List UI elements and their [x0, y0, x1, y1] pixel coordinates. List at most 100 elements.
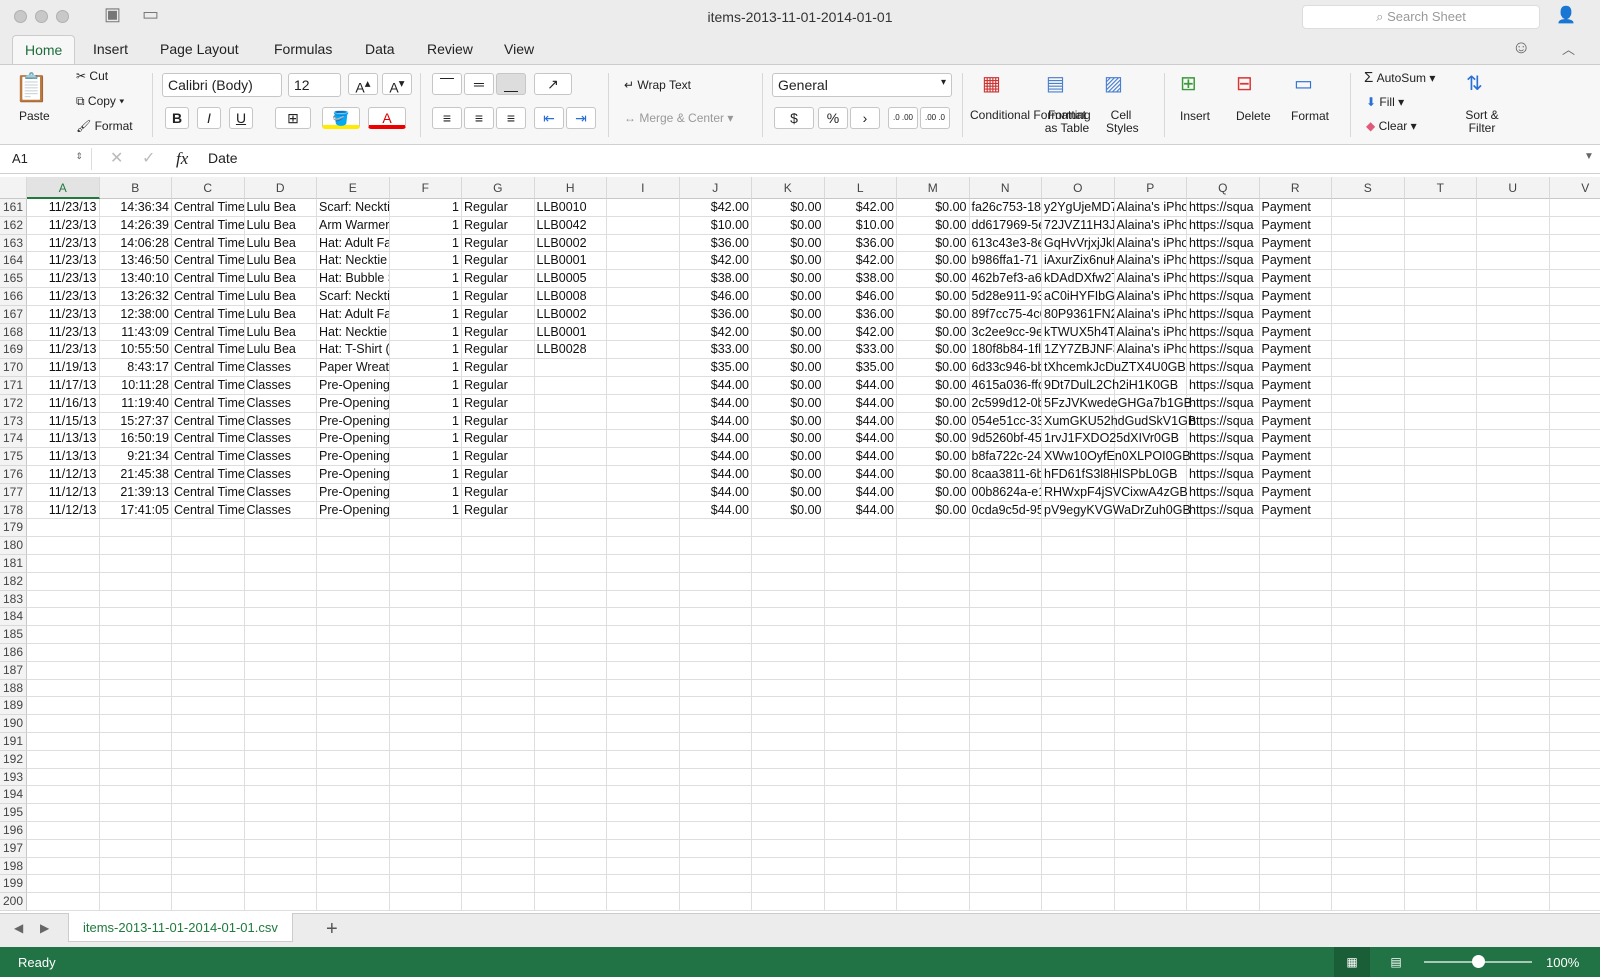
cell-M164[interactable]: $0.00	[897, 252, 970, 271]
cell-G168[interactable]: Regular	[462, 323, 535, 342]
column-header-S[interactable]: S	[1332, 177, 1405, 199]
cell-U189[interactable]	[1477, 697, 1550, 716]
cell-F183[interactable]	[389, 590, 462, 609]
cell-V187[interactable]	[1549, 661, 1600, 680]
cell-C179[interactable]	[172, 519, 245, 538]
cell-N181[interactable]	[969, 555, 1042, 573]
cell-R163[interactable]: Payment	[1259, 234, 1332, 253]
cell-L193[interactable]	[824, 768, 897, 787]
cell-C174[interactable]: Central Time	[172, 430, 245, 449]
cell-A186[interactable]	[27, 644, 100, 662]
font-name-select[interactable]: Calibri (Body)	[162, 73, 282, 97]
cell-I196[interactable]	[607, 822, 680, 840]
copy-button[interactable]: ⧉ Copy ▾	[76, 94, 124, 109]
cell-Q177[interactable]: https://squa	[1187, 483, 1260, 502]
cell-D169[interactable]: Lulu Bea	[244, 341, 317, 360]
cell-M186[interactable]	[897, 644, 970, 662]
cell-P181[interactable]	[1114, 555, 1187, 573]
row-header[interactable]: 174	[0, 430, 27, 449]
cell-V197[interactable]	[1549, 839, 1600, 858]
cell-R185[interactable]	[1259, 626, 1332, 644]
cell-E161[interactable]: Scarf: Neckti	[317, 199, 390, 217]
cell-F178[interactable]: 1	[389, 501, 462, 520]
cell-E176[interactable]: Pre-Opening	[317, 466, 390, 484]
cell-E195[interactable]	[317, 804, 390, 822]
cell-Q181[interactable]	[1187, 555, 1260, 573]
cell-J171[interactable]: $44.00	[679, 377, 752, 395]
cell-V161[interactable]	[1549, 199, 1600, 217]
column-header-J[interactable]: J	[679, 177, 752, 199]
tab-review[interactable]: Review	[427, 41, 473, 57]
cell-S184[interactable]	[1332, 608, 1405, 627]
cell-N173[interactable]: 054e51cc-33	[969, 412, 1042, 431]
tab-data[interactable]: Data	[365, 41, 395, 57]
cell-O185[interactable]	[1042, 626, 1115, 644]
row-header[interactable]: 188	[0, 679, 27, 698]
cell-K199[interactable]	[752, 875, 825, 894]
column-header-Q[interactable]: Q	[1187, 177, 1260, 199]
cell-P188[interactable]	[1114, 679, 1187, 698]
cell-H181[interactable]	[534, 555, 607, 573]
cell-G161[interactable]: Regular	[462, 199, 535, 217]
row-header[interactable]: 185	[0, 626, 27, 644]
cell-A182[interactable]	[27, 572, 100, 591]
cell-C193[interactable]	[172, 768, 245, 787]
cell-L184[interactable]	[824, 608, 897, 627]
cell-L187[interactable]	[824, 661, 897, 680]
cell-S178[interactable]	[1332, 501, 1405, 520]
row-header[interactable]: 196	[0, 822, 27, 840]
cell-B194[interactable]	[99, 786, 172, 805]
cell-D170[interactable]: Classes	[244, 359, 317, 377]
cell-G165[interactable]: Regular	[462, 270, 535, 288]
cell-I170[interactable]	[607, 359, 680, 377]
cell-K173[interactable]: $0.00	[752, 412, 825, 431]
cell-E164[interactable]: Hat: Necktie	[317, 252, 390, 271]
cell-R176[interactable]: Payment	[1259, 466, 1332, 484]
cell-P197[interactable]	[1114, 839, 1187, 858]
align-middle-button[interactable]: ═	[464, 73, 494, 95]
row-header[interactable]: 169	[0, 341, 27, 360]
cell-M165[interactable]: $0.00	[897, 270, 970, 288]
cell-G180[interactable]	[462, 537, 535, 555]
cell-K181[interactable]	[752, 555, 825, 573]
cell-T172[interactable]	[1404, 394, 1477, 413]
row-header[interactable]: 186	[0, 644, 27, 662]
cell-C175[interactable]: Central Time	[172, 448, 245, 466]
align-right-button[interactable]: ≡	[496, 107, 526, 129]
cell-U192[interactable]	[1477, 750, 1550, 769]
cell-D161[interactable]: Lulu Bea	[244, 199, 317, 217]
cell-K191[interactable]	[752, 733, 825, 751]
cell-M187[interactable]	[897, 661, 970, 680]
cell-E185[interactable]	[317, 626, 390, 644]
cell-O179[interactable]	[1042, 519, 1115, 538]
cell-P199[interactable]	[1114, 875, 1187, 894]
cell-F176[interactable]: 1	[389, 466, 462, 484]
cell-F194[interactable]	[389, 786, 462, 805]
cell-J184[interactable]	[679, 608, 752, 627]
cell-V191[interactable]	[1549, 733, 1600, 751]
cell-J178[interactable]: $44.00	[679, 501, 752, 520]
clear-button[interactable]: ◆ Clear ▾	[1366, 119, 1417, 133]
cell-U163[interactable]	[1477, 234, 1550, 253]
cell-N174[interactable]: 9d5260bf-45	[969, 430, 1042, 449]
cell-Q171[interactable]: https://squa	[1187, 377, 1260, 395]
cell-Q163[interactable]: https://squa	[1187, 234, 1260, 253]
cell-E168[interactable]: Hat: Necktie	[317, 323, 390, 342]
formula-input[interactable]: Date	[208, 150, 1578, 166]
cell-N170[interactable]: 6d33c946-bb	[969, 359, 1042, 377]
cell-G169[interactable]: Regular	[462, 341, 535, 360]
cell-Q180[interactable]	[1187, 537, 1260, 555]
cell-M163[interactable]: $0.00	[897, 234, 970, 253]
cell-F162[interactable]: 1	[389, 216, 462, 235]
cell-A164[interactable]: 11/23/13	[27, 252, 100, 271]
cell-K161[interactable]: $0.00	[752, 199, 825, 217]
cell-U182[interactable]	[1477, 572, 1550, 591]
cell-F174[interactable]: 1	[389, 430, 462, 449]
row-header[interactable]: 189	[0, 697, 27, 716]
cell-J182[interactable]	[679, 572, 752, 591]
cell-O176[interactable]: hFD61fS3l8HlSPbL0GB	[1042, 466, 1177, 484]
cell-L161[interactable]: $42.00	[824, 199, 897, 217]
cell-O181[interactable]	[1042, 555, 1115, 573]
cell-G200[interactable]	[462, 893, 535, 911]
cell-H200[interactable]	[534, 893, 607, 911]
